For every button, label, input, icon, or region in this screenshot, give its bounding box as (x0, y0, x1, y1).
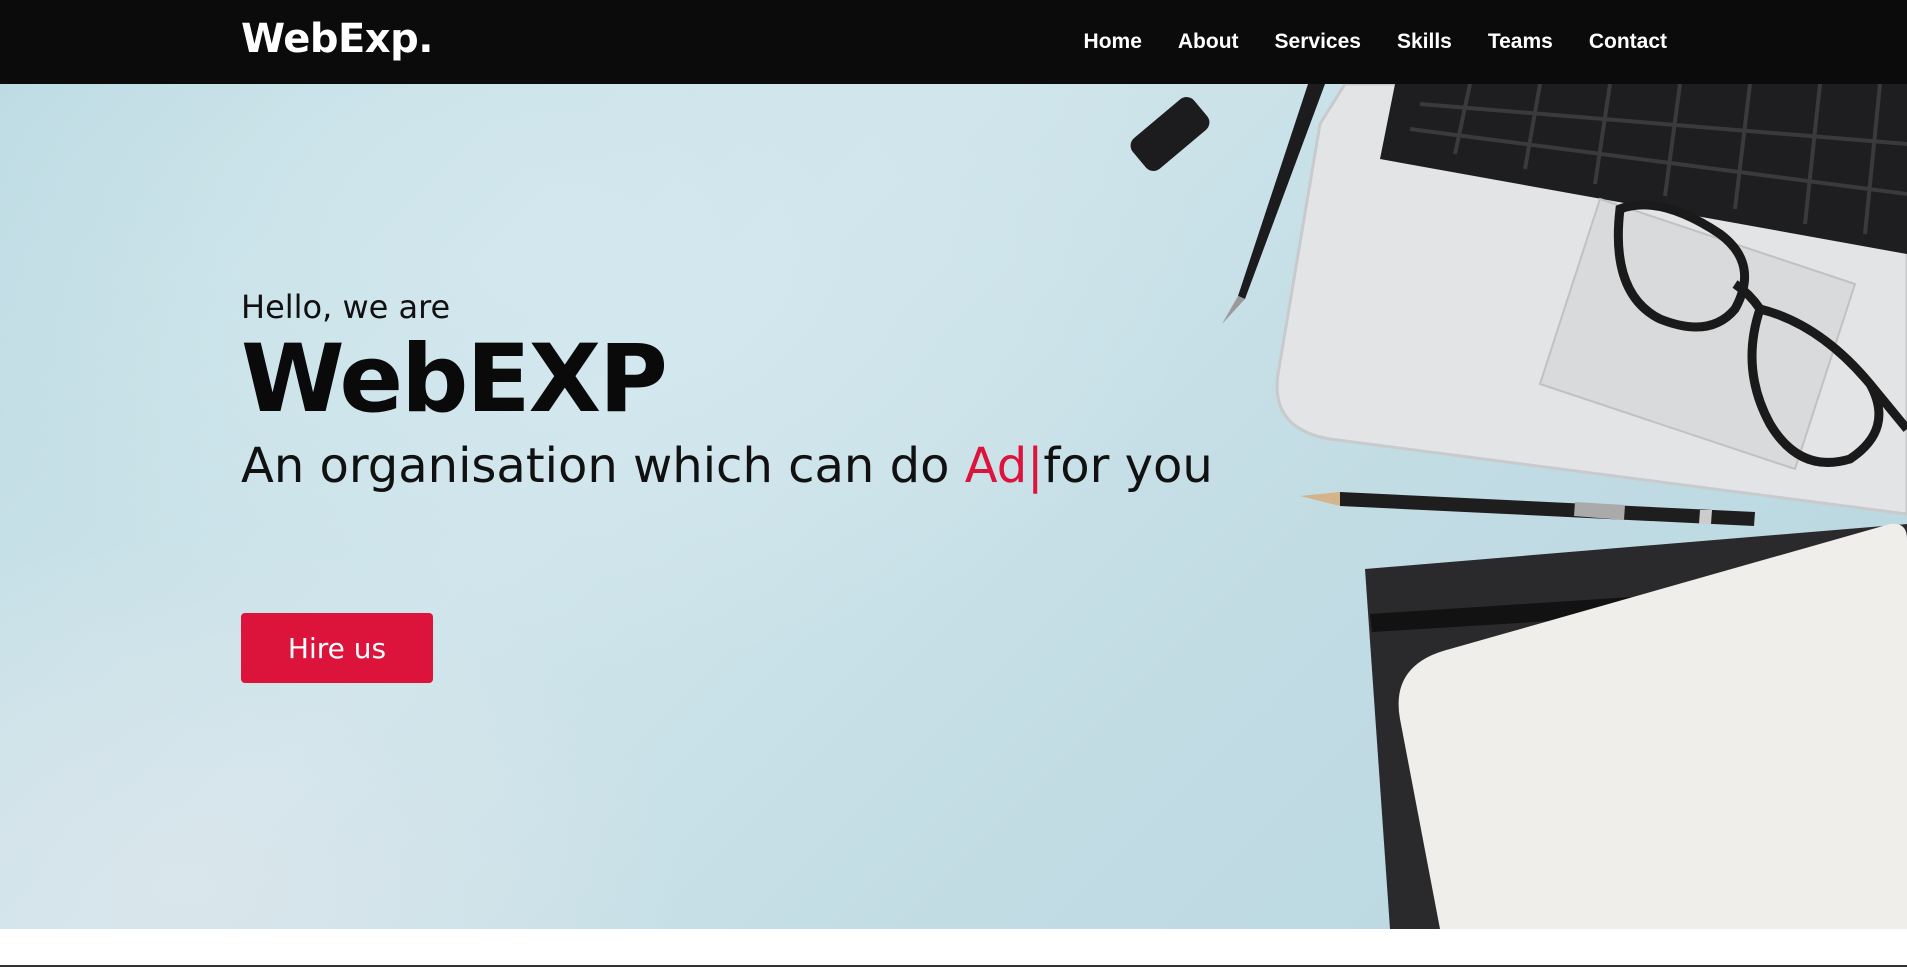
nav-item-services: Services (1275, 30, 1361, 54)
nav-item-skills: Skills (1397, 30, 1452, 54)
navbar: WebExp. Home About Services Skills Teams… (0, 0, 1907, 84)
hero-background-image (1130, 84, 1907, 929)
hero-title: WebEXP (241, 325, 668, 434)
hire-us-button[interactable]: Hire us (241, 613, 433, 683)
tagline-suffix: for you (1043, 438, 1213, 494)
nav-menu: Home About Services Skills Teams Contact (1048, 0, 1667, 84)
hero-section: Hello, we are WebEXP An organisation whi… (0, 84, 1907, 929)
hero-content: Hello, we are WebEXP An organisation whi… (241, 288, 1213, 494)
nav-link-about[interactable]: About (1178, 30, 1239, 53)
nav-link-skills[interactable]: Skills (1397, 30, 1452, 53)
nav-item-about: About (1178, 30, 1239, 54)
nav-link-home[interactable]: Home (1084, 30, 1142, 53)
laptop-image (1275, 84, 1907, 516)
nav-item-contact: Contact (1589, 30, 1667, 54)
typing-cursor: | (1027, 438, 1044, 494)
typed-word: Ad (964, 438, 1028, 494)
notebook-image (1365, 523, 1907, 929)
nav-link-services[interactable]: Services (1275, 30, 1361, 53)
next-section-edge (0, 929, 1907, 967)
nav-link-contact[interactable]: Contact (1589, 30, 1667, 53)
tagline-prefix: An organisation which can do (241, 438, 965, 494)
hero-tagline: An organisation which can do Ad|for you (241, 438, 1213, 494)
logo[interactable]: WebExp. (241, 16, 433, 62)
hero-greeting: Hello, we are (241, 288, 451, 326)
nav-link-teams[interactable]: Teams (1488, 30, 1553, 53)
pencil-image (1300, 492, 1755, 526)
nav-item-teams: Teams (1488, 30, 1553, 54)
nav-item-home: Home (1084, 30, 1142, 54)
